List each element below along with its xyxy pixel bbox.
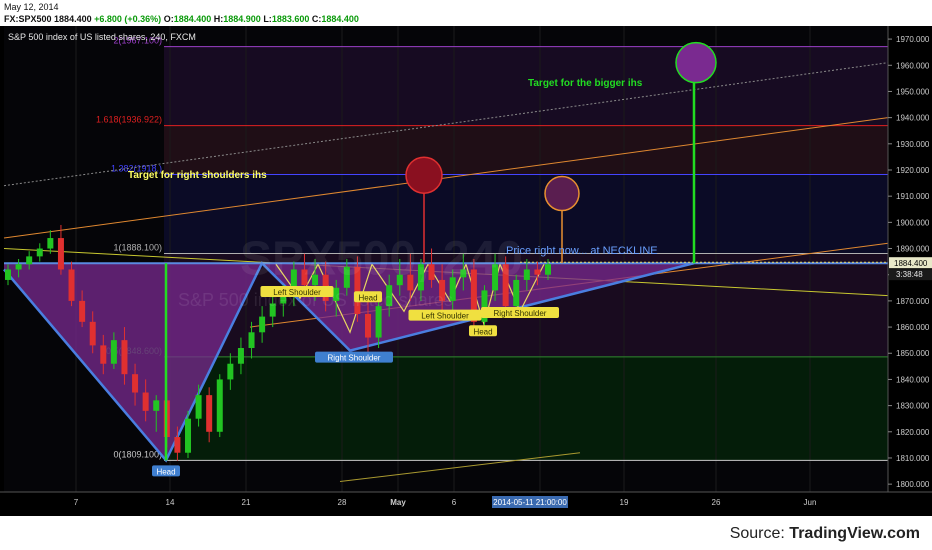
candle-body (89, 321, 96, 346)
chart-title: S&P 500 index of US listed shares, 240, … (8, 32, 196, 42)
annotation: Price right now... at NECKLINE (506, 245, 658, 257)
candle-body (248, 332, 255, 349)
x-tick-label: 19 (620, 498, 629, 507)
target-circle (675, 41, 717, 84)
y-tick-label: 1930.000 (896, 140, 930, 149)
x-axis (0, 492, 932, 516)
candle-body (227, 363, 234, 380)
annotation: Target for the bigger ihs (528, 78, 643, 89)
candle-body (365, 313, 371, 338)
candle-body (375, 306, 382, 338)
footer: Source: TradingView.com (0, 516, 932, 550)
candle-body (545, 264, 551, 275)
candle-body (216, 379, 223, 432)
y-tick-label: 1800.000 (896, 480, 930, 489)
source-brand: TradingView.com (789, 525, 920, 542)
candle-body (57, 238, 64, 270)
last-price: 1884.400 (54, 14, 92, 24)
close-label: C: (311, 14, 322, 24)
y-tick-label: 1860.000 (896, 323, 930, 332)
x-tick-label: May (390, 498, 406, 507)
y-tick-label: 1970.000 (896, 35, 930, 44)
y-tick-label: 1940.000 (896, 114, 930, 123)
y-tick-label: 1810.000 (896, 454, 930, 463)
candle-body (174, 437, 181, 453)
pattern-label: Left Shoulder (273, 288, 321, 297)
y-tick-label: 1820.000 (896, 428, 930, 437)
candle-body (5, 269, 11, 280)
candle-body (153, 400, 160, 411)
watermark: SPX500, 240 (240, 233, 523, 286)
pattern-label: Head (156, 467, 175, 476)
pattern-label: Left Shoulder (421, 312, 469, 321)
price-tag-label: 1884.400 (894, 259, 928, 268)
price-chart[interactable]: 0(1809.100)0.5(1848.600)1(1888.100)1.382… (0, 26, 932, 516)
x-highlight-label: 2014-05-11 21:00:00 (493, 498, 567, 507)
candle-body (195, 395, 202, 419)
y-tick-label: 1850.000 (896, 349, 930, 358)
fib-label: 0(1809.100) (113, 449, 162, 459)
open-label: O: (163, 14, 174, 24)
low-value: 1883.600 (271, 14, 310, 24)
symbol-label[interactable]: FX:SPX500 (4, 14, 52, 24)
candle-body (110, 340, 117, 364)
candle-body (237, 348, 244, 364)
low-label: L: (263, 14, 272, 24)
high-label: H: (213, 14, 224, 24)
target-circle (405, 156, 443, 194)
close-value: 1884.400 (321, 14, 359, 24)
pattern-label: Head (473, 327, 492, 336)
annotation: Target for right shoulders ihs (128, 170, 267, 181)
source-label: Source: (729, 525, 785, 542)
x-tick-label: 21 (242, 498, 251, 507)
fib-zone (164, 46, 888, 126)
candle-body (121, 340, 128, 375)
candle-body (26, 256, 33, 265)
candle-body (206, 395, 213, 432)
open-value: 1884.400 (173, 14, 212, 24)
y-tick-label: 1830.000 (896, 402, 930, 411)
pattern-label: Right Shoulder (328, 354, 381, 363)
candle-body (47, 238, 54, 249)
x-tick-label: 7 (74, 498, 79, 507)
y-tick-label: 1920.000 (896, 166, 930, 175)
y-tick-label: 1900.000 (896, 218, 930, 227)
pattern-label: Head (358, 293, 377, 302)
y-tick-label: 1910.000 (896, 192, 930, 201)
y-tick-label: 1890.000 (896, 245, 930, 254)
candle-body (132, 374, 139, 393)
y-tick-label: 1950.000 (896, 87, 930, 96)
price-change: +6.800 (+0.36%) (94, 14, 162, 24)
countdown-tag-label: 3:38:48 (896, 270, 923, 279)
x-tick-label: 14 (166, 498, 175, 507)
candle-body (68, 269, 75, 301)
target-circle (544, 175, 580, 212)
fib-zone (164, 356, 888, 461)
candle-body (185, 418, 191, 453)
y-tick-label: 1870.000 (896, 297, 930, 306)
fib-label: 1(1888.100) (113, 243, 162, 253)
candle-body (15, 264, 22, 270)
pattern-label: Right Shoulder (494, 309, 547, 318)
header-date: May 12, 2014 (4, 2, 59, 12)
y-tick-label: 1960.000 (896, 61, 930, 70)
high-value: 1884.900 (223, 14, 261, 24)
y-tick-label: 1840.000 (896, 375, 930, 384)
chart-header: May 12, 2014 FX:SPX500 1884.400 +6.800 (… (0, 0, 932, 26)
candle-body (100, 345, 107, 364)
candle-body (142, 392, 149, 411)
x-tick-label: 26 (712, 498, 721, 507)
candle-body (79, 300, 86, 322)
candle-body (259, 316, 266, 333)
x-tick-label: Jun (804, 498, 817, 507)
candle-body (534, 269, 541, 275)
source-credit: Source: TradingView.com (730, 525, 920, 543)
candle-body (523, 269, 530, 280)
x-tick-label: 6 (452, 498, 457, 507)
candle-body (36, 248, 43, 257)
x-tick-label: 28 (338, 498, 347, 507)
fib-label: 1.618(1936.922) (96, 115, 162, 125)
